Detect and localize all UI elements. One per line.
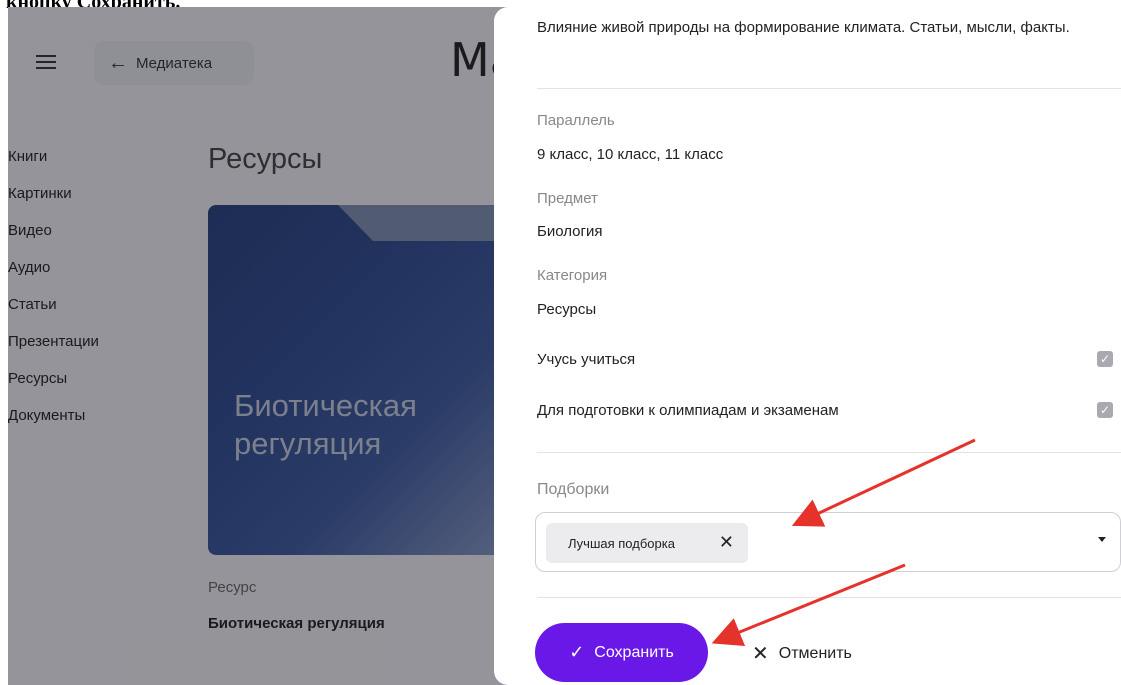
divider [537, 88, 1121, 89]
cancel-button[interactable]: ✕ Отменить [752, 641, 852, 666]
screenshot: ← Медиатека Ма Книги Картинки Видео Ауди… [8, 7, 1121, 685]
divider [537, 597, 1121, 598]
category-value: Ресурсы [537, 301, 597, 318]
subject-value: Биология [537, 223, 603, 240]
caret-down-icon[interactable] [1098, 537, 1106, 542]
grade-label: Параллель [537, 112, 615, 129]
grade-value: 9 класс, 10 класс, 11 класс [537, 146, 724, 163]
cancel-button-label: Отменить [778, 644, 852, 662]
category-label: Категория [537, 267, 608, 284]
check-icon: ✓ [569, 642, 585, 662]
save-button-label: Сохранить [594, 643, 674, 661]
edit-panel: Влияние живой природы на формирование кл… [494, 7, 1121, 685]
checkbox-learning[interactable]: ✓ [1097, 351, 1113, 367]
collection-chip: Лучшая подборка ✕ [546, 523, 748, 563]
check-label-olympiad: Для подготовки к олимпиадам и экзаменам [537, 402, 839, 419]
check-label-learning: Учусь учиться [537, 351, 636, 368]
collections-select[interactable]: Лучшая подборка ✕ [535, 512, 1121, 572]
collections-label: Подборки [537, 481, 610, 498]
resource-description: Влияние живой природы на формирование кл… [537, 19, 1070, 36]
save-button[interactable]: ✓ Сохранить [535, 623, 708, 682]
checkbox-olympiad[interactable]: ✓ [1097, 402, 1113, 418]
remove-chip-icon[interactable]: ✕ [719, 532, 734, 553]
divider [537, 452, 1121, 453]
collection-chip-label: Лучшая подборка [568, 535, 675, 551]
close-icon: ✕ [752, 643, 769, 665]
check-row-learning: Учусь учиться ✓ [537, 351, 1121, 371]
check-row-olympiad: Для подготовки к олимпиадам и экзаменам … [537, 402, 1121, 422]
subject-label: Предмет [537, 190, 598, 207]
